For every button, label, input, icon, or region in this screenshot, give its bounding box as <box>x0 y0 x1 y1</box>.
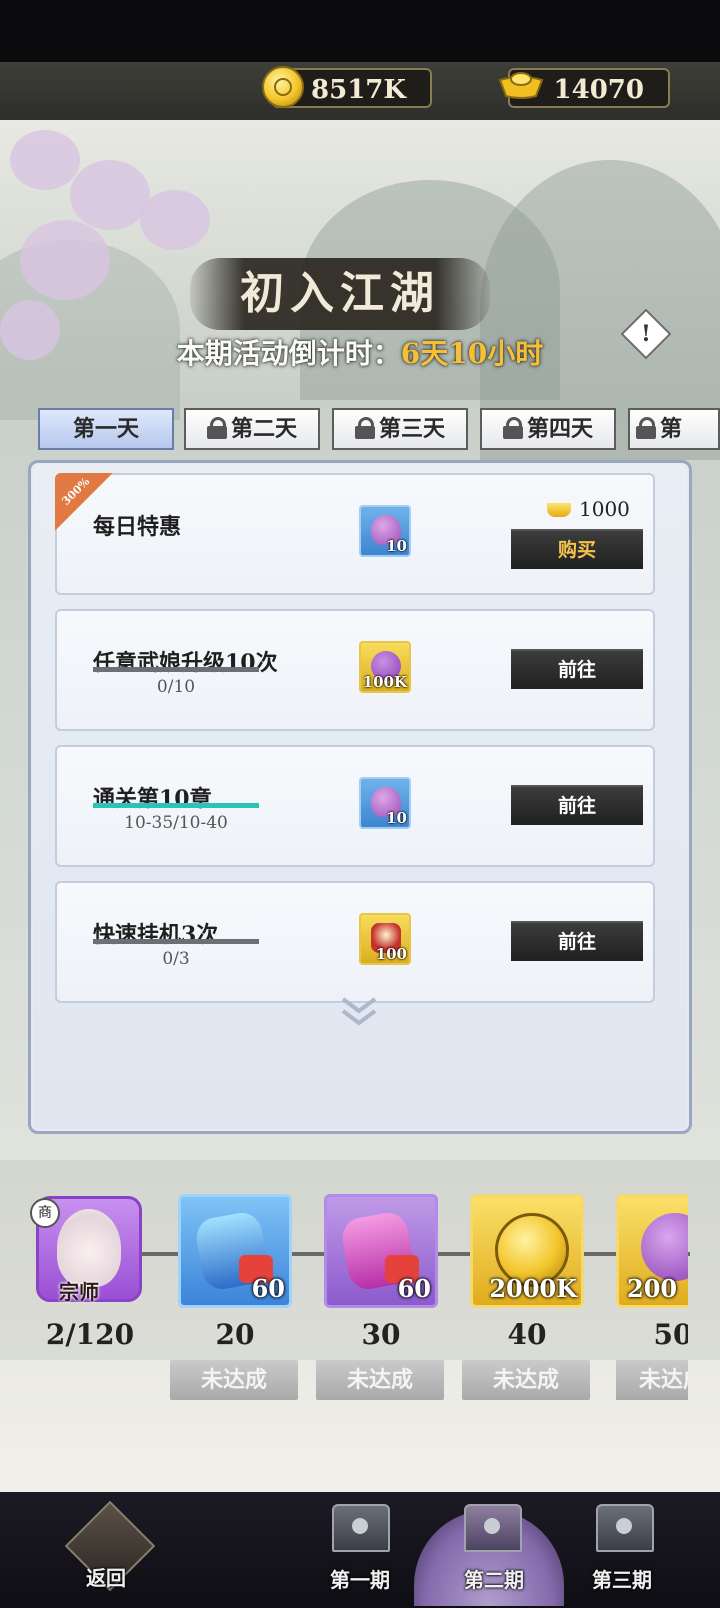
milestone-points: 50 <box>653 1318 688 1351</box>
tab-day-2-label: 第二天 <box>230 416 297 442</box>
task-card-upgrade: 任意武娘升级10次 0/10 100K 前往 <box>55 609 655 731</box>
coin-amount: 8517K <box>311 75 406 105</box>
reward-qty: 60 <box>397 1274 431 1303</box>
tab-day-4-label: 第四天 <box>526 416 593 442</box>
event-title: 初入江湖 <box>240 268 440 319</box>
tab-day-3[interactable]: 第三天 <box>332 408 468 450</box>
star-coin-icon[interactable]: 100K <box>359 641 411 693</box>
star-coin-icon <box>641 1213 688 1281</box>
reward-qty: 100K <box>362 673 407 691</box>
currency-bar: 8517K 14070 <box>0 62 720 122</box>
lock-icon <box>502 417 523 439</box>
countdown: 本期活动倒计时：6天10小时 <box>0 332 720 372</box>
chest-icon <box>464 1504 522 1552</box>
coin-icon <box>262 66 304 108</box>
milestone-reward-1[interactable]: 60 <box>178 1194 292 1308</box>
reward-qty: 2000K <box>489 1274 577 1303</box>
countdown-label: 本期活动倒计时： <box>176 337 401 370</box>
progress-bar <box>93 667 259 672</box>
period-1-label: 第一期 <box>330 1568 390 1592</box>
purple-stone-icon[interactable]: 10 <box>359 505 411 557</box>
period-2-label: 第二期 <box>464 1568 524 1592</box>
tab-period-2[interactable]: 第二期 <box>450 1500 530 1600</box>
price-value: 1000 <box>579 497 630 521</box>
go-button[interactable]: 前往 <box>511 649 643 689</box>
task-name: 通关第10章 <box>93 786 212 812</box>
claim-button[interactable]: 未达成 <box>170 1360 298 1400</box>
chest-icon <box>596 1504 654 1552</box>
countdown-value: 6天10小时 <box>400 337 544 370</box>
ingot-icon <box>498 72 544 99</box>
purple-stone-icon[interactable]: 10 <box>359 777 411 829</box>
tab-day-5-label: 第 <box>660 416 683 442</box>
reward-qty: 100 <box>375 945 407 963</box>
ribbon-label: 300% <box>59 475 93 508</box>
task-name: 快速挂机3次 <box>93 922 219 948</box>
info-icon: ! <box>641 321 651 347</box>
tab-day-4[interactable]: 第四天 <box>480 408 616 450</box>
tab-period-3[interactable]: 第三期 <box>584 1500 664 1600</box>
period-3-label: 第三期 <box>592 1568 652 1592</box>
progress-text: 0/10 <box>156 677 196 697</box>
lock-icon <box>354 417 375 439</box>
tab-day-5[interactable]: 第 <box>628 408 720 450</box>
tab-day-1-label: 第一天 <box>72 416 139 442</box>
reward-qty: 10 <box>386 809 407 827</box>
milestone-reward-4[interactable]: 200 <box>616 1194 688 1308</box>
hourglass-icon[interactable]: 100 <box>359 913 411 965</box>
milestone-points: 40 <box>507 1318 547 1351</box>
milestone-reward-3[interactable]: 2000K <box>470 1194 584 1308</box>
progress-text: 10-35/10-40 <box>124 813 228 833</box>
go-button[interactable]: 前往 <box>511 785 643 825</box>
event-scene: 初入江湖 本期活动倒计时：6天10小时 ! 第一天 第二天 第三天 第四天 第 … <box>0 120 720 1492</box>
shop-tag-icon: 商 <box>30 1198 60 1228</box>
lock-icon <box>206 417 227 439</box>
chevron-down-icon <box>341 997 377 1026</box>
task-card-idle: 快速挂机3次 0/3 100 前往 <box>55 881 655 1003</box>
progress-text: 0/3 <box>162 949 190 969</box>
milestone-clip: 200 50 未达成 <box>616 1190 688 1410</box>
back-label: 返回 <box>86 1566 126 1590</box>
task-name: 每日特惠 <box>93 514 182 540</box>
task-card-chapter: 通关第10章 10-35/10-40 10 前往 <box>55 745 655 867</box>
reward-qty: 200 <box>627 1274 678 1303</box>
tab-period-1[interactable]: 第一期 <box>320 1500 400 1600</box>
progress-bar <box>93 939 259 944</box>
claim-button[interactable]: 未达成 <box>316 1360 444 1400</box>
milestone-reward-2[interactable]: 60 <box>324 1194 438 1308</box>
claim-button[interactable]: 未达成 <box>616 1360 688 1400</box>
avatar-badge: 宗师 <box>59 1280 99 1304</box>
ingot-amount: 14070 <box>553 75 644 105</box>
milestone-progress: 2/120 <box>45 1318 135 1351</box>
claim-button[interactable]: 未达成 <box>462 1360 590 1400</box>
back-button[interactable]: 返回 <box>64 1500 156 1592</box>
reward-qty: 60 <box>251 1274 285 1303</box>
reward-qty: 10 <box>386 537 407 555</box>
lock-icon <box>636 417 656 439</box>
progress-bar <box>93 803 259 808</box>
tab-day-2[interactable]: 第二天 <box>184 408 320 450</box>
ingot-icon <box>547 503 571 517</box>
tab-day-3-label: 第三天 <box>378 416 445 442</box>
price: 1000 <box>547 497 630 521</box>
task-name: 任意武娘升级10次 <box>93 650 278 676</box>
go-button[interactable]: 前往 <box>511 921 643 961</box>
buy-button[interactable]: 购买 <box>511 529 643 569</box>
chest-icon <box>332 1504 390 1552</box>
task-panel: 300% 每日特惠 10 1000 购买 任意武娘升级10次 0/10 100K… <box>28 460 692 1134</box>
milestone-points: 20 <box>215 1318 255 1351</box>
tab-day-1[interactable]: 第一天 <box>38 408 174 450</box>
task-card-daily-deal: 300% 每日特惠 10 1000 购买 <box>55 473 655 595</box>
milestone-points: 30 <box>361 1318 401 1351</box>
